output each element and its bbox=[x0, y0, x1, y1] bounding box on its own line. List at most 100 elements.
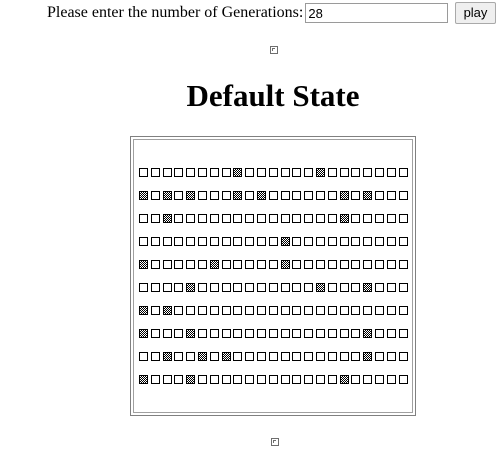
cell-alive[interactable] bbox=[256, 191, 266, 200]
cell-dead[interactable] bbox=[386, 283, 396, 292]
cell-dead[interactable] bbox=[304, 306, 314, 315]
cell-dead[interactable] bbox=[304, 283, 314, 292]
cell-dead[interactable] bbox=[268, 260, 278, 269]
cell-dead[interactable] bbox=[292, 306, 302, 315]
cell-dead[interactable] bbox=[268, 329, 278, 338]
cell-dead[interactable] bbox=[221, 283, 231, 292]
cell-dead[interactable] bbox=[374, 352, 384, 361]
cell-dead[interactable] bbox=[221, 191, 231, 200]
cell-dead[interactable] bbox=[150, 329, 160, 338]
cell-alive[interactable] bbox=[280, 260, 290, 269]
cell-dead[interactable] bbox=[186, 214, 196, 223]
cell-dead[interactable] bbox=[398, 168, 408, 177]
cell-dead[interactable] bbox=[398, 237, 408, 246]
cell-dead[interactable] bbox=[280, 375, 290, 384]
cell-dead[interactable] bbox=[327, 283, 337, 292]
cell-dead[interactable] bbox=[363, 260, 373, 269]
cell-dead[interactable] bbox=[304, 329, 314, 338]
cell-dead[interactable] bbox=[386, 214, 396, 223]
cell-dead[interactable] bbox=[245, 352, 255, 361]
cell-dead[interactable] bbox=[292, 260, 302, 269]
cell-dead[interactable] bbox=[315, 329, 325, 338]
cell-dead[interactable] bbox=[233, 329, 243, 338]
cell-dead[interactable] bbox=[386, 375, 396, 384]
cell-alive[interactable] bbox=[162, 191, 172, 200]
cell-dead[interactable] bbox=[315, 375, 325, 384]
cell-dead[interactable] bbox=[221, 260, 231, 269]
cell-dead[interactable] bbox=[150, 237, 160, 246]
cell-dead[interactable] bbox=[209, 191, 219, 200]
cell-dead[interactable] bbox=[245, 191, 255, 200]
cell-dead[interactable] bbox=[186, 168, 196, 177]
play-button[interactable]: play bbox=[455, 2, 496, 24]
cell-dead[interactable] bbox=[374, 329, 384, 338]
cell-dead[interactable] bbox=[150, 260, 160, 269]
cell-dead[interactable] bbox=[209, 375, 219, 384]
cell-dead[interactable] bbox=[327, 306, 337, 315]
cell-dead[interactable] bbox=[386, 306, 396, 315]
cell-dead[interactable] bbox=[174, 260, 184, 269]
cell-alive[interactable] bbox=[139, 375, 148, 384]
cell-dead[interactable] bbox=[197, 375, 207, 384]
cell-dead[interactable] bbox=[139, 283, 148, 292]
cell-dead[interactable] bbox=[339, 306, 349, 315]
cell-dead[interactable] bbox=[304, 168, 314, 177]
cell-dead[interactable] bbox=[174, 306, 184, 315]
cell-dead[interactable] bbox=[150, 306, 160, 315]
cell-dead[interactable] bbox=[197, 214, 207, 223]
cell-dead[interactable] bbox=[280, 306, 290, 315]
cell-dead[interactable] bbox=[315, 306, 325, 315]
cell-dead[interactable] bbox=[256, 168, 266, 177]
cell-alive[interactable] bbox=[139, 260, 148, 269]
cell-dead[interactable] bbox=[398, 260, 408, 269]
cell-dead[interactable] bbox=[398, 214, 408, 223]
cell-dead[interactable] bbox=[139, 237, 148, 246]
cell-dead[interactable] bbox=[351, 260, 361, 269]
cell-dead[interactable] bbox=[221, 168, 231, 177]
cell-dead[interactable] bbox=[221, 329, 231, 338]
cell-dead[interactable] bbox=[209, 283, 219, 292]
cell-dead[interactable] bbox=[374, 375, 384, 384]
cell-dead[interactable] bbox=[374, 237, 384, 246]
cell-dead[interactable] bbox=[351, 375, 361, 384]
cell-dead[interactable] bbox=[245, 260, 255, 269]
cell-dead[interactable] bbox=[197, 260, 207, 269]
cell-dead[interactable] bbox=[374, 283, 384, 292]
cell-alive[interactable] bbox=[363, 191, 373, 200]
cell-dead[interactable] bbox=[139, 352, 148, 361]
cell-dead[interactable] bbox=[363, 237, 373, 246]
cell-dead[interactable] bbox=[256, 375, 266, 384]
cell-alive[interactable] bbox=[186, 191, 196, 200]
cell-dead[interactable] bbox=[174, 237, 184, 246]
cell-dead[interactable] bbox=[292, 329, 302, 338]
cell-dead[interactable] bbox=[233, 237, 243, 246]
cell-dead[interactable] bbox=[315, 191, 325, 200]
cell-dead[interactable] bbox=[233, 352, 243, 361]
cell-dead[interactable] bbox=[174, 214, 184, 223]
cell-dead[interactable] bbox=[386, 168, 396, 177]
cell-dead[interactable] bbox=[233, 214, 243, 223]
cell-dead[interactable] bbox=[221, 214, 231, 223]
cell-dead[interactable] bbox=[197, 191, 207, 200]
cell-dead[interactable] bbox=[268, 237, 278, 246]
cell-dead[interactable] bbox=[315, 237, 325, 246]
cell-dead[interactable] bbox=[304, 375, 314, 384]
cell-dead[interactable] bbox=[174, 352, 184, 361]
cell-dead[interactable] bbox=[139, 168, 148, 177]
cell-dead[interactable] bbox=[174, 168, 184, 177]
cell-dead[interactable] bbox=[351, 237, 361, 246]
cell-dead[interactable] bbox=[150, 283, 160, 292]
cell-dead[interactable] bbox=[268, 375, 278, 384]
cell-dead[interactable] bbox=[186, 306, 196, 315]
cell-dead[interactable] bbox=[304, 260, 314, 269]
cell-dead[interactable] bbox=[315, 214, 325, 223]
cell-alive[interactable] bbox=[280, 237, 290, 246]
cell-dead[interactable] bbox=[162, 283, 172, 292]
cell-dead[interactable] bbox=[256, 352, 266, 361]
cell-alive[interactable] bbox=[363, 283, 373, 292]
cell-dead[interactable] bbox=[245, 306, 255, 315]
cell-dead[interactable] bbox=[268, 352, 278, 361]
cell-alive[interactable] bbox=[315, 283, 325, 292]
cell-dead[interactable] bbox=[174, 329, 184, 338]
cell-dead[interactable] bbox=[150, 191, 160, 200]
